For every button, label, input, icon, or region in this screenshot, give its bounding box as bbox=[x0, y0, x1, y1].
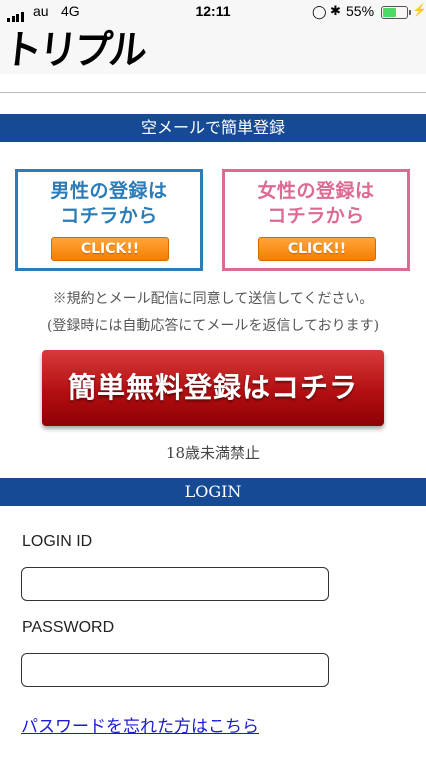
free-register-button[interactable]: 簡単無料登録はコチラ bbox=[42, 350, 384, 426]
header-divider bbox=[0, 92, 426, 93]
male-register-button[interactable]: 男性の登録は コチラから CLICK!! bbox=[15, 169, 203, 271]
female-register-line1: 女性の登録は bbox=[257, 180, 375, 202]
site-logo[interactable]: トリプル bbox=[2, 27, 147, 73]
login-id-input[interactable] bbox=[21, 567, 329, 601]
login-section-title: LOGIN bbox=[0, 478, 426, 506]
male-click-button[interactable]: CLICK!! bbox=[51, 237, 169, 261]
male-register-text: 男性の登録は コチラから bbox=[18, 179, 200, 229]
password-label: PASSWORD bbox=[22, 619, 115, 636]
status-bar: au 4G 12:11 ◯ ✱ 55% ⚡ bbox=[0, 0, 426, 24]
battery-percent: 55% bbox=[346, 3, 375, 19]
app-header: トリプル bbox=[0, 24, 426, 74]
female-register-text: 女性の登録は コチラから bbox=[225, 179, 407, 229]
battery-icon bbox=[381, 6, 411, 19]
auto-reply-note: (登録時には自動応答にてメールを返信しております) bbox=[46, 318, 380, 334]
orientation-lock-icon: ◯ bbox=[312, 4, 327, 19]
male-register-line1: 男性の登録は bbox=[50, 180, 168, 202]
male-register-line2: コチラから bbox=[60, 205, 158, 227]
password-input[interactable] bbox=[21, 653, 329, 687]
female-register-line2: コチラから bbox=[267, 205, 365, 227]
forgot-password-link[interactable]: パスワードを忘れた方はこちら bbox=[21, 712, 259, 737]
female-register-button[interactable]: 女性の登録は コチラから CLICK!! bbox=[222, 169, 410, 271]
login-id-label: LOGIN ID bbox=[22, 533, 93, 550]
charging-icon: ⚡ bbox=[412, 3, 426, 17]
bluetooth-icon: ✱ bbox=[330, 3, 341, 18]
register-section-title: 空メールで簡単登録 bbox=[0, 114, 426, 142]
female-click-button[interactable]: CLICK!! bbox=[258, 237, 376, 261]
consent-note: ※規約とメール配信に同意して送信してください。 bbox=[52, 291, 374, 307]
age-restriction-notice: 18歳未満禁止 bbox=[165, 444, 261, 462]
